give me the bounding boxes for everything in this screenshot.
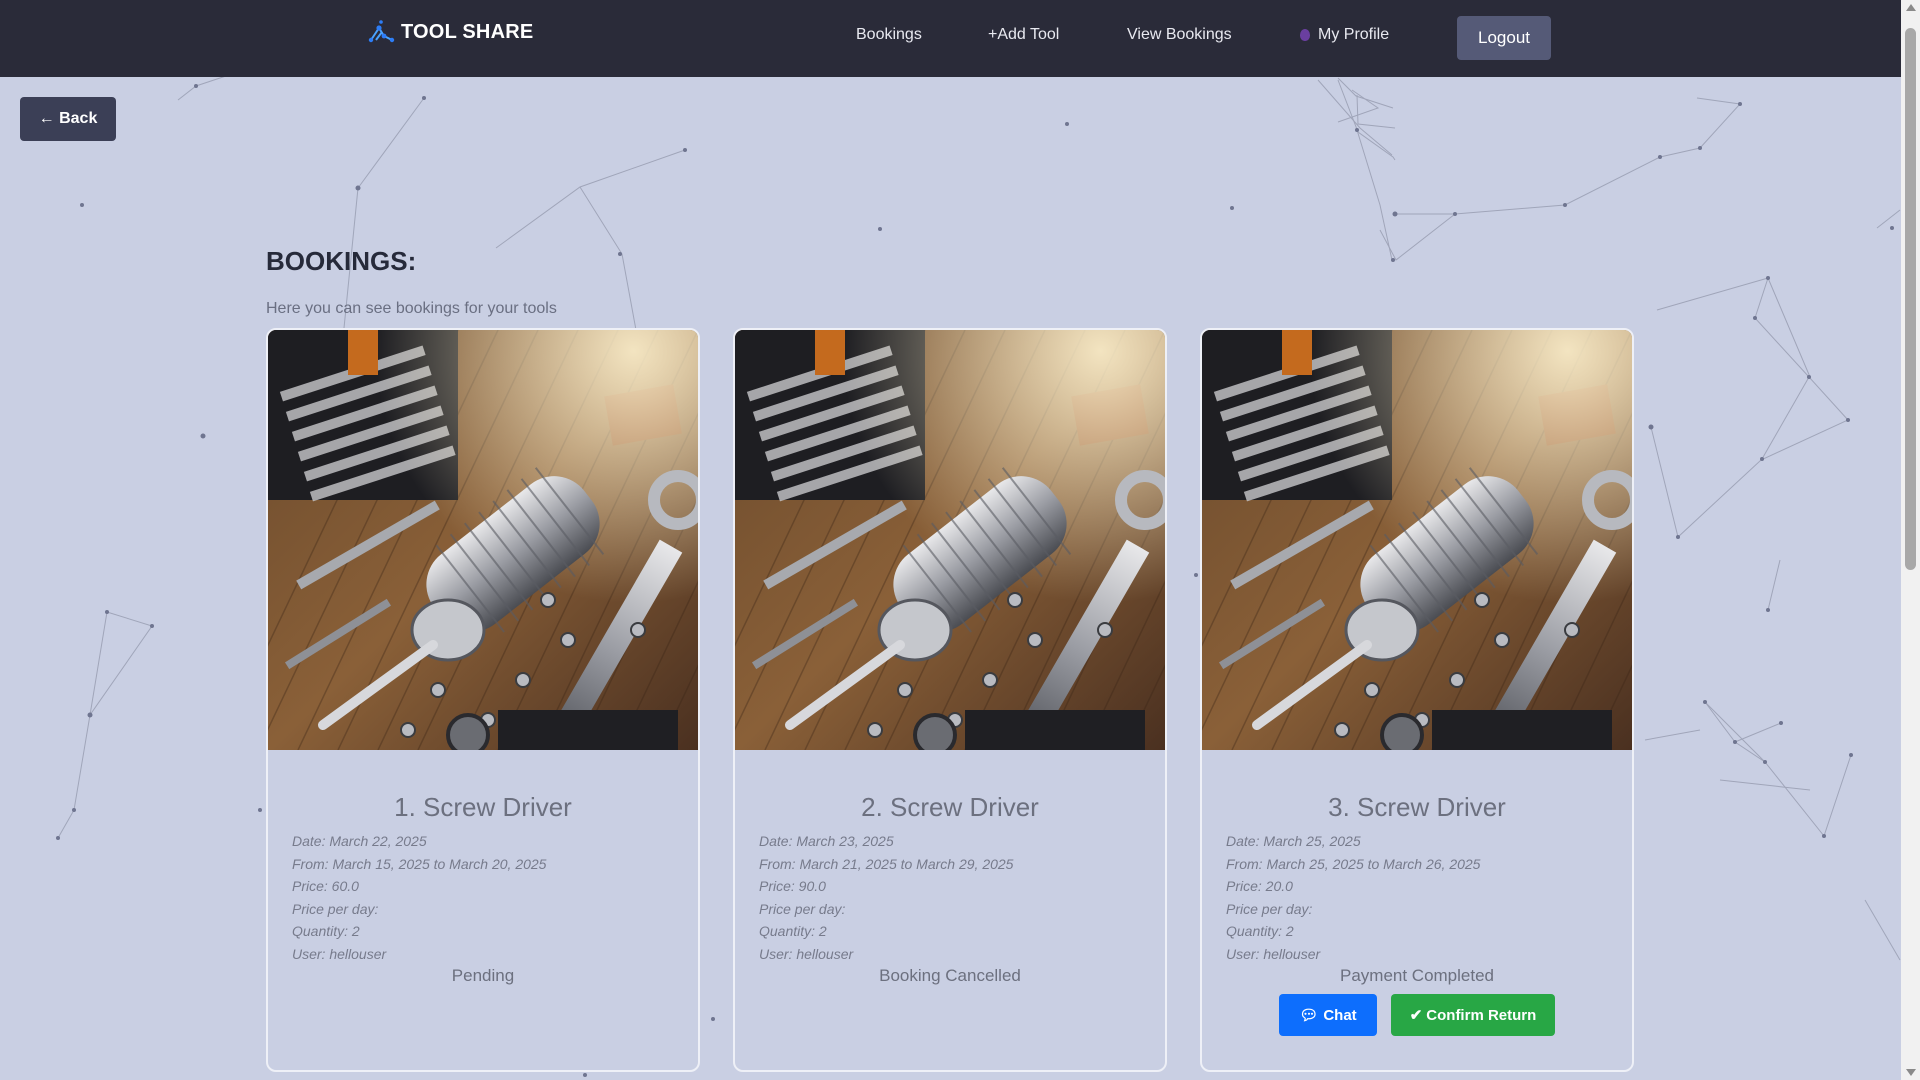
- booking-details: Date: March 25, 2025 From: March 25, 202…: [1226, 830, 1480, 965]
- chat-button-label: Chat: [1323, 1006, 1357, 1024]
- booking-details: Date: March 22, 2025 From: March 15, 202…: [292, 830, 546, 965]
- booking-user: User: hellouser: [292, 945, 387, 962]
- confirm-return-label: Confirm Return: [1426, 1006, 1537, 1024]
- tool-image: [1202, 330, 1632, 750]
- profile-dot-icon: [1300, 29, 1310, 41]
- booking-status: Booking Cancelled: [879, 966, 1021, 985]
- booking-quantity: Quantity: 2: [759, 923, 827, 939]
- booking-actions: 💬︎ Chat ✔ Confirm Return: [1202, 994, 1632, 1036]
- chat-button[interactable]: 💬︎ Chat: [1279, 994, 1377, 1036]
- brand[interactable]: TOOL SHARE: [367, 18, 533, 46]
- scroll-up-icon[interactable]: [1906, 4, 1916, 11]
- nav-add-tool[interactable]: +Add Tool: [988, 26, 1059, 44]
- confirm-return-button[interactable]: ✔ Confirm Return: [1391, 994, 1555, 1036]
- nav-my-profile-label: My Profile: [1318, 26, 1390, 43]
- booking-price: Price: 20.0: [1226, 878, 1293, 894]
- booking-price-per-day: Price per day:: [292, 900, 379, 917]
- booking-price: Price: 60.0: [292, 878, 359, 894]
- booking-price: Price: 90.0: [759, 878, 826, 894]
- booking-range: From: March 15, 2025 to March 20, 2025: [292, 855, 547, 872]
- nav-view-bookings[interactable]: View Bookings: [1127, 26, 1232, 44]
- booking-date: Date: March 23, 2025: [759, 833, 894, 849]
- booking-price-per-day: Price per day:: [1226, 900, 1313, 917]
- back-button[interactable]: ← Back: [20, 97, 116, 141]
- tool-image: [735, 330, 1165, 750]
- booking-price-per-day: Price per day:: [759, 900, 846, 917]
- booking-user: User: hellouser: [759, 945, 854, 962]
- booking-card: 1. Screw Driver Date: March 22, 2025 Fro…: [266, 328, 700, 1072]
- booking-card: 3. Screw Driver Date: March 25, 2025 Fro…: [1200, 328, 1634, 1072]
- page-subtitle: Here you can see bookings for your tools: [266, 300, 557, 317]
- booking-quantity: Quantity: 2: [1226, 923, 1294, 939]
- speech-bubble-icon: 💬︎: [1299, 1007, 1319, 1024]
- booking-details: Date: March 23, 2025 From: March 21, 202…: [759, 830, 1013, 965]
- booking-date: Date: March 25, 2025: [1226, 833, 1361, 849]
- scroll-thumb[interactable]: [1905, 28, 1916, 570]
- tool-image: [268, 330, 698, 750]
- top-navbar: TOOL SHARE Bookings +Add Tool View Booki…: [0, 0, 1901, 77]
- logout-button[interactable]: Logout: [1457, 16, 1551, 60]
- booking-title: 1. Screw Driver: [394, 792, 572, 822]
- booking-title: 2. Screw Driver: [861, 792, 1039, 822]
- booking-date: Date: March 22, 2025: [292, 833, 427, 849]
- page-title: BOOKINGS:: [266, 246, 417, 276]
- booking-range: From: March 21, 2025 to March 29, 2025: [759, 855, 1014, 872]
- booking-card: 2. Screw Driver Date: March 23, 2025 Fro…: [733, 328, 1167, 1072]
- booking-cards: 1. Screw Driver Date: March 22, 2025 Fro…: [266, 328, 1635, 1080]
- brand-name: TOOL SHARE: [401, 20, 534, 43]
- booking-quantity: Quantity: 2: [292, 923, 360, 939]
- scroll-down-icon[interactable]: [1906, 1069, 1916, 1076]
- booking-user: User: hellouser: [1226, 945, 1321, 962]
- booking-range: From: March 25, 2025 to March 26, 2025: [1226, 855, 1481, 872]
- check-icon: ✔: [1409, 1007, 1423, 1024]
- booking-status: Pending: [451, 966, 515, 985]
- network-logo-icon: [368, 20, 395, 43]
- booking-status: Payment Completed: [1339, 966, 1495, 985]
- nav-my-profile[interactable]: My Profile: [1300, 26, 1389, 44]
- nav-bookings[interactable]: Bookings: [856, 26, 922, 44]
- page-scrollbar[interactable]: [1901, 0, 1920, 1080]
- booking-title: 3. Screw Driver: [1328, 792, 1506, 822]
